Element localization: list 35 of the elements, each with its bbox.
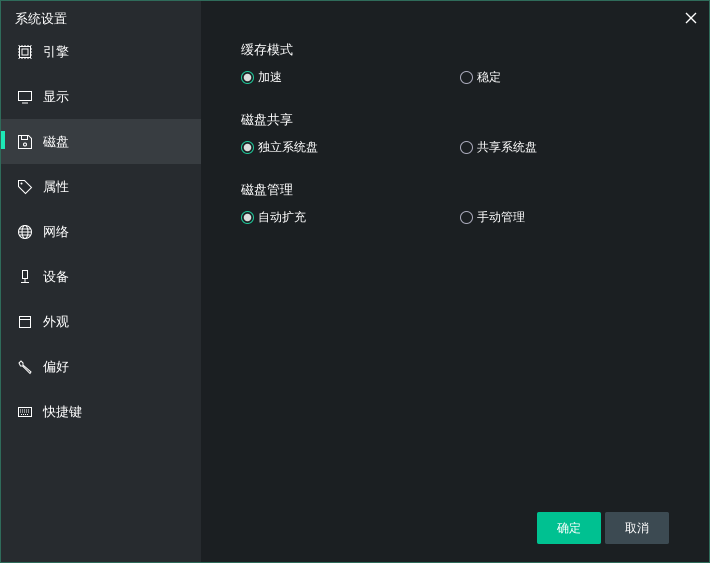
section-title: 磁盘管理: [241, 182, 294, 200]
radio-button[interactable]: [241, 141, 254, 154]
radio-option[interactable]: 稳定: [460, 69, 679, 86]
section-title: 缓存模式: [241, 42, 294, 60]
radio-button[interactable]: [241, 71, 254, 84]
radio-option[interactable]: 独立系统盘: [241, 139, 460, 156]
close-icon: [685, 12, 697, 24]
sidebar-item[interactable]: 设备: [1, 254, 201, 299]
sidebar-item[interactable]: 磁盘: [1, 119, 201, 164]
sidebar-item[interactable]: 快捷键: [1, 389, 201, 434]
radio-option[interactable]: 手动管理: [460, 209, 679, 226]
sidebar-item[interactable]: 属性: [1, 164, 201, 209]
chip-icon: [17, 44, 33, 60]
sidebar-item[interactable]: 偏好: [1, 344, 201, 389]
radio-option[interactable]: 共享系统盘: [460, 139, 679, 156]
radio-option[interactable]: 自动扩充: [241, 209, 460, 226]
sidebar-item[interactable]: 外观: [1, 299, 201, 344]
sidebar-item[interactable]: 网络: [1, 209, 201, 254]
sidebar-item[interactable]: 显示: [1, 74, 201, 119]
close-button[interactable]: [683, 10, 699, 26]
radio-button[interactable]: [460, 211, 473, 224]
section-title: 磁盘共享: [241, 112, 294, 130]
radio-option[interactable]: 加速: [241, 69, 460, 86]
window-icon: [17, 314, 33, 330]
selection-indicator: [1, 131, 5, 149]
radio-button[interactable]: [460, 71, 473, 84]
cancel-button[interactable]: 取消: [605, 512, 669, 544]
radio-button[interactable]: [241, 211, 254, 224]
wrench-icon: [17, 358, 33, 374]
monitor-icon: [17, 88, 33, 104]
sidebar-item[interactable]: 引擎: [1, 29, 201, 74]
tag-icon: [17, 178, 33, 194]
radio-button[interactable]: [460, 141, 473, 154]
window-title: 系统设置: [14, 11, 68, 29]
globe-icon: [17, 224, 33, 240]
